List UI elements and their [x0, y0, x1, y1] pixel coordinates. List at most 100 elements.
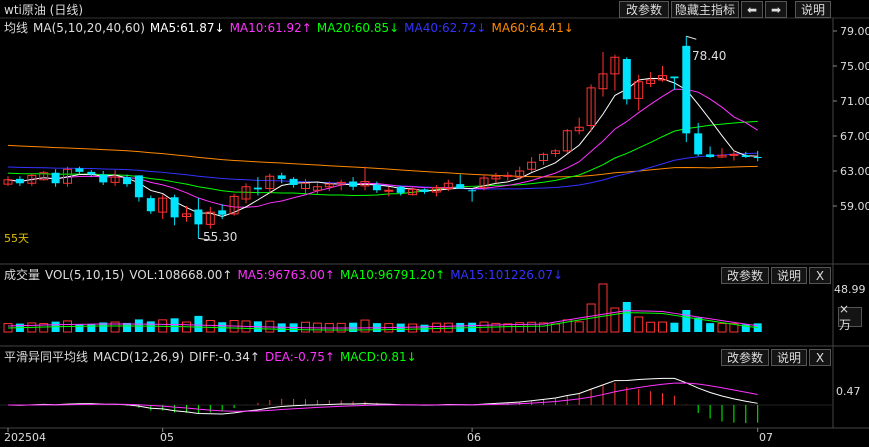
volume-bar [431, 322, 441, 333]
candle-body [349, 181, 358, 187]
candle-body [123, 177, 131, 185]
x-tick: 05 [160, 431, 174, 444]
x-tick: 06 [467, 431, 481, 444]
candle-body [15, 178, 24, 184]
vol-y-tick: 48.99 [834, 283, 866, 296]
help-button[interactable]: 说明 [795, 1, 831, 18]
volume-bar [205, 320, 215, 333]
low-price-label: 55.30 [203, 230, 238, 244]
volume-bar [646, 321, 656, 333]
volume-bar [443, 322, 453, 333]
main-legend: 均线 MA(5,10,20,40,60) MA5:61.87↓ MA10:61.… [4, 18, 579, 37]
high-marker [686, 35, 697, 40]
candle-body [51, 172, 60, 184]
ma20-value: MA20:60.85↓ [316, 20, 400, 35]
y-tick: 59.00 [840, 200, 869, 213]
volume-bar [408, 323, 418, 333]
y-tick: 67.00 [840, 130, 869, 143]
candle-body [289, 178, 298, 185]
candle-body [253, 187, 262, 190]
volume-bar [170, 318, 179, 332]
vol-close-button[interactable]: X [809, 267, 831, 284]
volume-legend: 成交量 VOL(5,10,15) VOL:108668.00↑ MA5:9676… [4, 265, 568, 284]
volume-bar [622, 302, 631, 332]
hide-indicator-button[interactable]: 隐藏主指标 [671, 1, 739, 18]
candle-body [194, 209, 203, 225]
candle-body [396, 186, 405, 193]
candle-body [384, 189, 394, 192]
macd-label: 平滑异同平均线 [4, 350, 89, 364]
volume-bar [349, 322, 358, 332]
macd-legend: 平滑异同平均线 MACD(12,26,9) DIFF:-0.34↑ DEA:-0… [4, 347, 422, 366]
candle-body [670, 76, 679, 79]
dea-line [7, 382, 758, 412]
title-bar: wti原油 (日线) [4, 0, 88, 19]
high-price-label: 78.40 [692, 49, 727, 63]
volume-bar [658, 321, 667, 333]
candle-body [170, 197, 179, 218]
main-indicator: MA(5,10,20,40,60) [33, 20, 145, 35]
candle-body [134, 175, 143, 198]
macd-y-tick: 0.47 [836, 385, 861, 398]
volume-bar [194, 315, 203, 332]
ma40-value: MA40:62.72↓ [404, 20, 487, 35]
main-label: 均线 [4, 21, 29, 35]
candle-body [741, 155, 750, 157]
macd-close-button[interactable]: X [809, 349, 831, 366]
vol-ma10: MA10:96791.20↑ [340, 267, 446, 282]
x-tick: 07 [759, 431, 773, 444]
vol-ma15: MA15:101226.07↓ [450, 267, 564, 282]
candle-body [694, 133, 703, 155]
volume-bar [574, 321, 584, 333]
scroll-right-button[interactable]: ➡ [765, 1, 787, 18]
ma5-line [7, 77, 758, 218]
period-label: 55天 [4, 232, 29, 245]
volume-bar [550, 323, 560, 333]
volume-bar [598, 283, 608, 333]
volume-bar [87, 324, 96, 332]
macd-help-button[interactable]: 说明 [771, 349, 807, 366]
volume-bar [218, 322, 227, 332]
candle-body [372, 185, 381, 191]
volume-label: 成交量 [4, 268, 41, 282]
diff-line [7, 377, 758, 415]
volume-bar [717, 323, 727, 333]
y-tick: 79.00 [840, 25, 869, 38]
candle-body [682, 45, 691, 134]
params-button[interactable]: 改参数 [619, 1, 669, 18]
volume-indicator: VOL(5,10,15) [45, 267, 125, 282]
candle-body [75, 168, 84, 172]
macd-params-button[interactable]: 改参数 [721, 349, 769, 366]
candle-body [99, 174, 108, 183]
scroll-left-button[interactable]: ⬅ [741, 1, 763, 18]
ma60-line [7, 144, 758, 178]
y-tick: 71.00 [840, 95, 869, 108]
chart-canvas [0, 17, 869, 432]
ma60-value: MA60:64.41↓ [491, 20, 574, 35]
volume-bar [706, 323, 715, 332]
volume-bar [527, 321, 537, 333]
macd-indicator: MACD(12,26,9) [93, 349, 185, 364]
ma5-value: MA5:61.87↓ [149, 20, 225, 35]
candle-body [468, 190, 477, 192]
ma10-value: MA10:61.92↑ [229, 20, 312, 35]
candle-body [753, 157, 762, 158]
vol-params-button[interactable]: 改参数 [721, 267, 769, 284]
unit-toggle-button[interactable]: ×万 [838, 302, 862, 332]
candle-body [218, 210, 227, 215]
candle-body [420, 189, 429, 192]
vol-ma5: MA5:96763.00↑ [237, 267, 335, 282]
y-tick: 75.00 [840, 60, 869, 73]
candle-body [146, 198, 155, 212]
candle-body [277, 175, 286, 179]
dea-value: DEA:-0.75↑ [264, 349, 335, 364]
vol-help-button[interactable]: 说明 [771, 267, 807, 284]
volume-bar [670, 322, 679, 332]
x-tick: 202504 [4, 431, 46, 444]
volume-bar [301, 321, 310, 333]
candle-body [456, 184, 465, 189]
y-tick: 63.00 [840, 165, 869, 178]
volume-bar [634, 316, 644, 333]
diff-value: DIFF:-0.34↑ [189, 349, 260, 364]
instrument-title: wti原油 (日线) [4, 3, 84, 17]
